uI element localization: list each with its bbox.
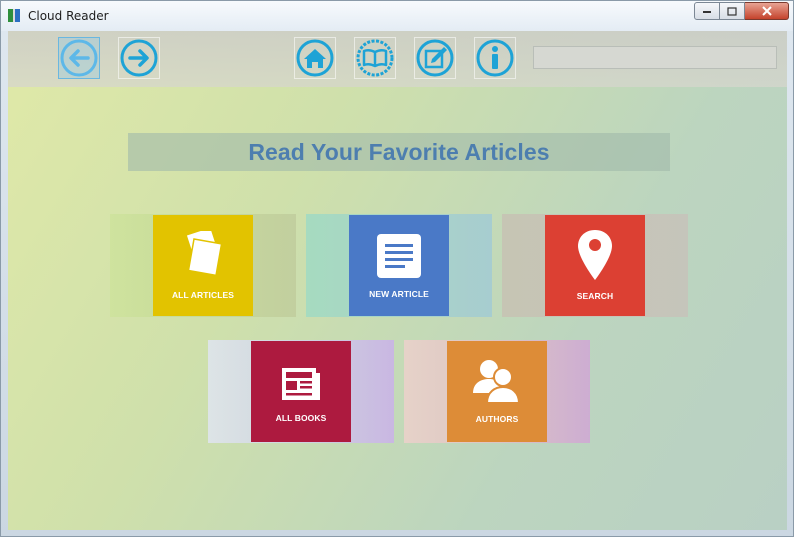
app-window: Cloud Reader Read Your Favorite Articles… [0, 0, 794, 537]
back-arrow-icon [60, 39, 98, 77]
all-books-tile-face: ALL BOOKS [251, 341, 351, 442]
book-icon [356, 39, 394, 77]
new-article-tile-face: NEW ARTICLE [349, 215, 449, 316]
document-icon [377, 234, 421, 278]
all-articles-tile-face: ALL ARTICLES [153, 215, 253, 316]
tile-label: AUTHORS [475, 414, 519, 424]
close-button[interactable] [745, 2, 789, 20]
info-button[interactable] [474, 37, 516, 79]
forward-button[interactable] [118, 37, 160, 79]
home-icon [296, 39, 334, 77]
close-icon [761, 6, 772, 16]
edit-icon [416, 39, 454, 77]
edit-button[interactable] [414, 37, 456, 79]
users-icon [473, 360, 521, 404]
search-input[interactable] [533, 46, 777, 69]
heading-band: Read Your Favorite Articles [128, 133, 670, 171]
newspaper-icon [282, 368, 320, 400]
info-icon [476, 39, 514, 77]
home-button[interactable] [294, 37, 336, 79]
authors-tile-face: AUTHORS [447, 341, 547, 442]
page-title: Read Your Favorite Articles [248, 138, 550, 165]
search-tile-face: SEARCH [545, 215, 645, 316]
toolbar [8, 31, 787, 87]
articles-icon [185, 231, 223, 277]
minimize-icon [703, 11, 711, 13]
minimize-button[interactable] [694, 2, 720, 20]
tile-label: SEARCH [576, 291, 614, 301]
window-title: Cloud Reader [28, 9, 109, 23]
maximize-icon [727, 6, 737, 16]
book-button[interactable] [354, 37, 396, 79]
forward-arrow-icon [120, 39, 158, 77]
tile-label: ALL BOOKS [275, 413, 327, 423]
tile-label: ALL ARTICLES [171, 290, 235, 300]
maximize-button[interactable] [720, 2, 745, 20]
back-button[interactable] [58, 37, 100, 79]
new-article-tile[interactable]: NEW ARTICLE [306, 214, 492, 317]
all-articles-tile[interactable]: ALL ARTICLES [110, 214, 296, 317]
title-bar[interactable]: Cloud Reader [1, 1, 793, 31]
all-books-tile[interactable]: ALL BOOKS [208, 340, 394, 443]
window-controls [694, 2, 789, 22]
map-pin-icon [578, 230, 612, 280]
authors-tile[interactable]: AUTHORS [404, 340, 590, 443]
search-tile[interactable]: SEARCH [502, 214, 688, 317]
app-book-icon [8, 9, 20, 22]
tile-label: NEW ARTICLE [369, 289, 429, 299]
client-area: Read Your Favorite Articles ALL ARTICLES [8, 31, 787, 530]
